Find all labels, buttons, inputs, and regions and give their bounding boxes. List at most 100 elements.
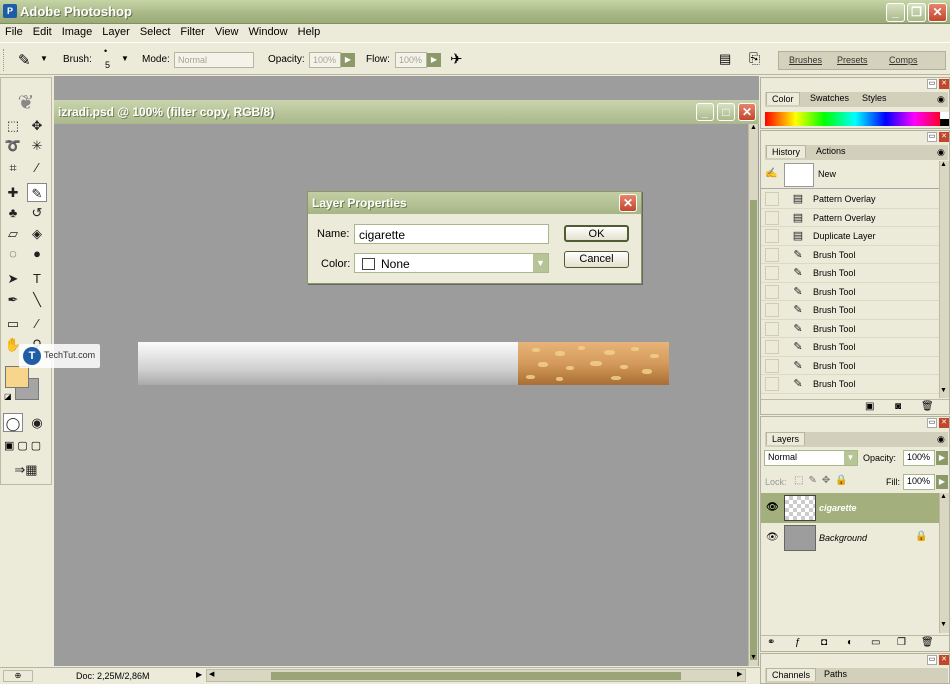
- history-item[interactable]: ✎ Brush Tool: [761, 301, 939, 320]
- default-colors-icon[interactable]: ◪: [4, 392, 12, 401]
- fill-arrow-icon[interactable]: ▶: [936, 475, 948, 489]
- new-document-from-state-icon[interactable]: ▣: [865, 401, 874, 412]
- layers-panel-menu-icon[interactable]: ◉: [937, 434, 945, 445]
- layer-mask-icon[interactable]: ◘: [821, 637, 827, 648]
- tab-paths[interactable]: Paths: [819, 668, 852, 680]
- mode-select[interactable]: Normal: [174, 52, 254, 68]
- menu-edit[interactable]: Edit: [28, 24, 57, 38]
- black-white-ramp[interactable]: [940, 112, 949, 126]
- history-item[interactable]: ✎ Brush Tool: [761, 375, 939, 394]
- history-item[interactable]: ✎ Brush Tool: [761, 264, 939, 283]
- quick-mask-mode-icon[interactable]: ◉: [27, 413, 47, 432]
- opacity-input[interactable]: 100%: [309, 52, 341, 68]
- layer-style-icon[interactable]: ƒ: [795, 637, 801, 648]
- menu-image[interactable]: Image: [57, 24, 98, 38]
- doc-minimize-button[interactable]: _: [696, 103, 714, 121]
- history-panel-minimize-icon[interactable]: ▭: [927, 132, 937, 142]
- adjustment-layer-icon[interactable]: ◐: [847, 637, 853, 648]
- layers-scroll-down-icon[interactable]: ▼: [940, 621, 947, 628]
- eraser-tool-icon[interactable]: ▱: [3, 224, 23, 243]
- menu-layer[interactable]: Layer: [97, 24, 135, 38]
- color-ramp[interactable]: [765, 112, 945, 126]
- history-brush-source-icon[interactable]: ✍: [765, 168, 779, 182]
- new-snapshot-icon[interactable]: ◙: [895, 401, 901, 412]
- restore-button[interactable]: ❐: [907, 3, 926, 22]
- layers-panel-close-icon[interactable]: ✕: [939, 418, 949, 428]
- foreground-color-swatch[interactable]: [5, 366, 29, 388]
- tab-history[interactable]: History: [766, 145, 807, 158]
- history-item[interactable]: ▤ Duplicate Layer: [761, 227, 939, 246]
- brush-tool-preset-icon[interactable]: ✎: [18, 51, 31, 69]
- tab-color[interactable]: Color: [766, 92, 800, 105]
- history-scroll-down-icon[interactable]: ▼: [940, 387, 947, 394]
- type-tool-icon[interactable]: T: [27, 269, 47, 288]
- menu-help[interactable]: Help: [293, 24, 326, 38]
- path-selection-tool-icon[interactable]: ➤: [3, 269, 23, 288]
- history-brush-tool-icon[interactable]: ↺: [27, 203, 47, 222]
- magic-wand-tool-icon[interactable]: ✳: [27, 136, 47, 155]
- tab-layers[interactable]: Layers: [766, 432, 806, 445]
- flow-input[interactable]: 100%: [395, 52, 427, 68]
- layer-opacity-arrow-icon[interactable]: ▶: [936, 451, 948, 465]
- color-panel-menu-icon[interactable]: ◉: [937, 94, 945, 105]
- standard-mode-icon[interactable]: ◯: [3, 413, 23, 432]
- screen-mode-icons[interactable]: ▣▢▢: [4, 439, 49, 455]
- history-source-checkbox[interactable]: [765, 229, 779, 243]
- file-browser-icon[interactable]: ▤: [719, 51, 731, 67]
- opacity-slider-arrow-icon[interactable]: ▶: [341, 53, 355, 67]
- layer-row-cigarette[interactable]: 👁 cigarette: [761, 493, 939, 523]
- history-source-checkbox[interactable]: [765, 192, 779, 206]
- healing-brush-tool-icon[interactable]: ✚: [3, 183, 23, 202]
- marquee-tool-icon[interactable]: ⬚: [3, 116, 23, 135]
- channels-panel-close-icon[interactable]: ✕: [939, 655, 949, 665]
- history-source-checkbox[interactable]: [765, 303, 779, 317]
- palette-well-icon[interactable]: ⎘: [749, 50, 760, 67]
- well-tab-presets[interactable]: Presets: [837, 55, 868, 65]
- visibility-eye-icon[interactable]: 👁: [766, 502, 779, 513]
- zoom-level-field[interactable]: ⊕: [3, 670, 33, 682]
- clone-stamp-tool-icon[interactable]: ♣: [3, 203, 23, 222]
- history-item[interactable]: ▤ Pattern Overlay: [761, 190, 939, 209]
- ok-button[interactable]: OK: [564, 225, 629, 242]
- blend-mode-select[interactable]: Normal ▼: [764, 450, 858, 466]
- notes-tool-icon[interactable]: ▭: [3, 314, 23, 333]
- blend-mode-arrow-icon[interactable]: ▼: [844, 451, 857, 465]
- history-item[interactable]: ✎ Brush Tool: [761, 246, 939, 264]
- doc-vertical-scrollbar[interactable]: ▲ ▼: [748, 124, 758, 666]
- lock-icons[interactable]: ⬚✎✥🔒: [794, 475, 853, 486]
- menu-filter[interactable]: Filter: [175, 24, 209, 38]
- doc-maximize-button[interactable]: □: [717, 103, 735, 121]
- history-item[interactable]: ✎ Brush Tool: [761, 283, 939, 301]
- layers-scrollbar[interactable]: ▲ ▼: [939, 493, 949, 633]
- dialog-close-button[interactable]: ✕: [619, 194, 637, 212]
- history-scroll-up-icon[interactable]: ▲: [940, 161, 947, 168]
- scroll-left-icon[interactable]: ◀: [209, 670, 214, 678]
- menu-view[interactable]: View: [210, 24, 244, 38]
- history-snapshot-row[interactable]: ✍ New: [761, 161, 939, 189]
- vertical-scroll-thumb[interactable]: [750, 200, 757, 660]
- new-group-icon[interactable]: ▭: [871, 637, 880, 648]
- history-item[interactable]: ▤ Pattern Overlay: [761, 209, 939, 227]
- slice-tool-icon[interactable]: ⁄: [27, 158, 47, 177]
- jump-to-imageready-icon[interactable]: ⇒▦: [3, 460, 49, 479]
- fill-input[interactable]: 100%: [903, 474, 935, 490]
- doc-close-button[interactable]: ✕: [738, 103, 756, 121]
- feather-logo-icon[interactable]: ❦: [1, 90, 51, 114]
- flow-slider-arrow-icon[interactable]: ▶: [427, 53, 441, 67]
- tab-channels[interactable]: Channels: [766, 668, 817, 681]
- line-tool-icon[interactable]: ╲: [27, 290, 47, 309]
- color-panel-minimize-icon[interactable]: ▭: [927, 79, 937, 89]
- link-layers-icon[interactable]: ⚭: [767, 637, 775, 648]
- scroll-up-icon[interactable]: ▲: [749, 124, 758, 134]
- blur-tool-icon[interactable]: ◌: [3, 244, 23, 263]
- layer-color-select[interactable]: None ▼: [354, 253, 549, 273]
- scroll-right-icon[interactable]: ▶: [737, 670, 742, 678]
- layers-scroll-up-icon[interactable]: ▲: [940, 493, 947, 500]
- brush-size[interactable]: 5: [105, 60, 110, 70]
- tab-actions[interactable]: Actions: [811, 145, 851, 157]
- minimize-button[interactable]: _: [886, 3, 905, 22]
- horizontal-scrollbar[interactable]: ◀ ▶: [206, 669, 746, 682]
- trash-icon[interactable]: 🗑: [921, 401, 934, 412]
- layer-row-background[interactable]: 👁 Background 🔒: [761, 523, 939, 553]
- new-layer-icon[interactable]: ❐: [897, 637, 906, 648]
